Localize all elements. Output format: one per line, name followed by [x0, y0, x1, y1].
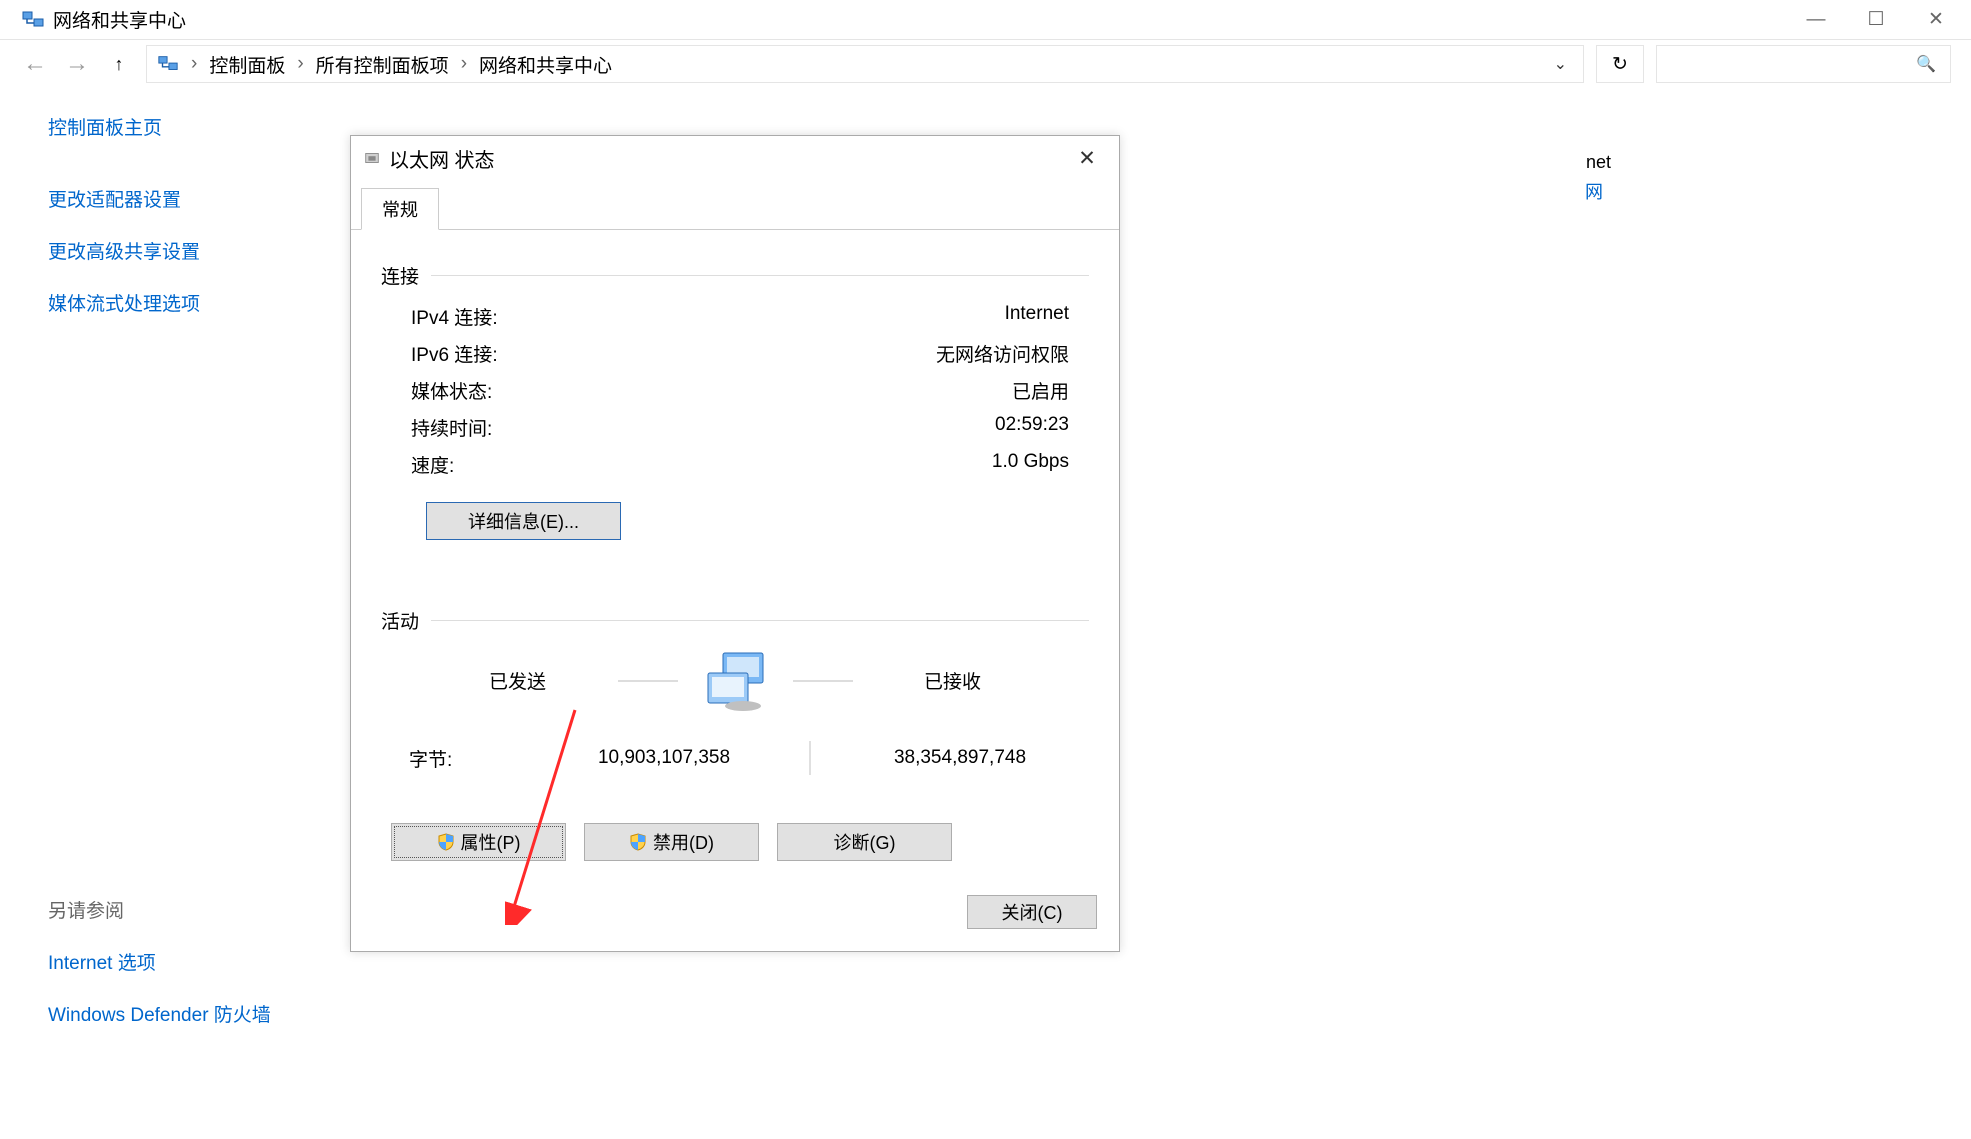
sent-label: 已发送	[438, 667, 598, 694]
duration-value: 02:59:23	[651, 414, 1089, 441]
nav-row: ← → ↑ › 控制面板 › 所有控制面板项 › 网络和共享中心 ⌄ ↻ 🔍	[0, 40, 1971, 88]
bytes-sent-value: 10,903,107,358	[549, 747, 779, 769]
dialog-close-button[interactable]: ✕	[1067, 146, 1107, 171]
close-button[interactable]: ✕	[1906, 0, 1966, 40]
received-label: 已接收	[873, 667, 1033, 694]
window-title: 网络和共享中心	[53, 6, 1786, 33]
ethernet-icon	[363, 149, 381, 167]
dialog-titlebar: 以太网 状态 ✕	[351, 136, 1119, 180]
details-button[interactable]: 详细信息(E)...	[426, 502, 621, 540]
media-state-value: 已启用	[651, 377, 1089, 404]
breadcrumb-sep: ›	[191, 53, 197, 75]
disable-button-label: 禁用(D)	[653, 829, 714, 855]
search-box[interactable]: 🔍	[1656, 45, 1951, 83]
bytes-label: 字节	[409, 745, 549, 772]
breadcrumb-sep: ›	[461, 53, 467, 75]
sidebar-link-media-streaming[interactable]: 媒体流式处理选项	[48, 289, 350, 316]
shield-icon	[629, 833, 647, 851]
divider	[618, 680, 678, 682]
properties-button-label: 属性(P)	[461, 829, 521, 855]
ipv4-label: IPv4 连接	[411, 303, 651, 330]
tab-general[interactable]: 常规	[361, 188, 439, 230]
breadcrumb-sep: ›	[297, 53, 303, 75]
duration-label: 持续时间	[411, 414, 651, 441]
tab-strip: 常规	[351, 180, 1119, 230]
divider	[431, 620, 1089, 621]
ipv4-value: Internet	[651, 303, 1089, 330]
disable-button[interactable]: 禁用(D)	[584, 823, 759, 861]
address-dropdown-icon[interactable]: ⌄	[1548, 54, 1573, 74]
shield-icon	[437, 833, 455, 851]
divider	[793, 680, 853, 682]
divider	[431, 275, 1089, 276]
network-activity-icon	[698, 648, 773, 713]
back-button[interactable]: ←	[20, 52, 50, 76]
breadcrumb-item[interactable]: 控制面板	[209, 51, 285, 78]
sidebar-home-link[interactable]: 控制面板主页	[48, 113, 350, 140]
address-bar[interactable]: › 控制面板 › 所有控制面板项 › 网络和共享中心 ⌄	[146, 45, 1584, 83]
close-dialog-button[interactable]: 关闭(C)	[967, 895, 1097, 929]
forward-button[interactable]: →	[62, 52, 92, 76]
divider	[809, 741, 811, 775]
dialog-title: 以太网 状态	[389, 144, 1067, 173]
breadcrumb-item[interactable]: 所有控制面板项	[316, 51, 449, 78]
ipv6-label: IPv6 连接	[411, 340, 651, 367]
speed-value: 1.0 Gbps	[651, 451, 1089, 478]
maximize-button[interactable]: ☐	[1846, 0, 1906, 40]
search-icon: 🔍	[1916, 54, 1936, 74]
refresh-button[interactable]: ↻	[1596, 45, 1644, 83]
sidebar: 控制面板主页 更改适配器设置 更改高级共享设置 媒体流式处理选项 另请参阅 In…	[0, 88, 350, 1139]
breadcrumb-item[interactable]: 网络和共享中心	[479, 51, 612, 78]
ipv6-value: 无网络访问权限	[651, 340, 1089, 367]
peek-link-net[interactable]: 网	[1585, 178, 1603, 204]
speed-label: 速度	[411, 451, 651, 478]
see-also-heading: 另请参阅	[48, 896, 350, 923]
sidebar-link-defender-firewall[interactable]: Windows Defender 防火墙	[48, 1000, 350, 1027]
diagnose-button[interactable]: 诊断(G)	[777, 823, 952, 861]
bytes-received-value: 38,354,897,748	[841, 747, 1079, 769]
minimize-button[interactable]: —	[1786, 0, 1846, 40]
sidebar-link-internet-options[interactable]: Internet 选项	[48, 948, 350, 975]
sidebar-link-advanced-sharing[interactable]: 更改高级共享设置	[48, 237, 350, 264]
section-activity-label: 活动	[381, 607, 419, 634]
section-connection-label: 连接	[381, 262, 419, 289]
media-state-label: 媒体状态	[411, 377, 651, 404]
network-center-icon	[21, 8, 45, 32]
properties-button[interactable]: 属性(P)	[391, 823, 566, 861]
peek-text-net: net	[1586, 152, 1611, 173]
up-button[interactable]: ↑	[104, 55, 134, 73]
network-center-icon	[157, 53, 179, 75]
sidebar-link-adapter-settings[interactable]: 更改适配器设置	[48, 185, 350, 212]
ethernet-status-dialog: 以太网 状态 ✕ 常规 连接 IPv4 连接Internet IPv6 连接无网…	[350, 135, 1120, 952]
titlebar: 网络和共享中心 — ☐ ✕	[0, 0, 1971, 40]
